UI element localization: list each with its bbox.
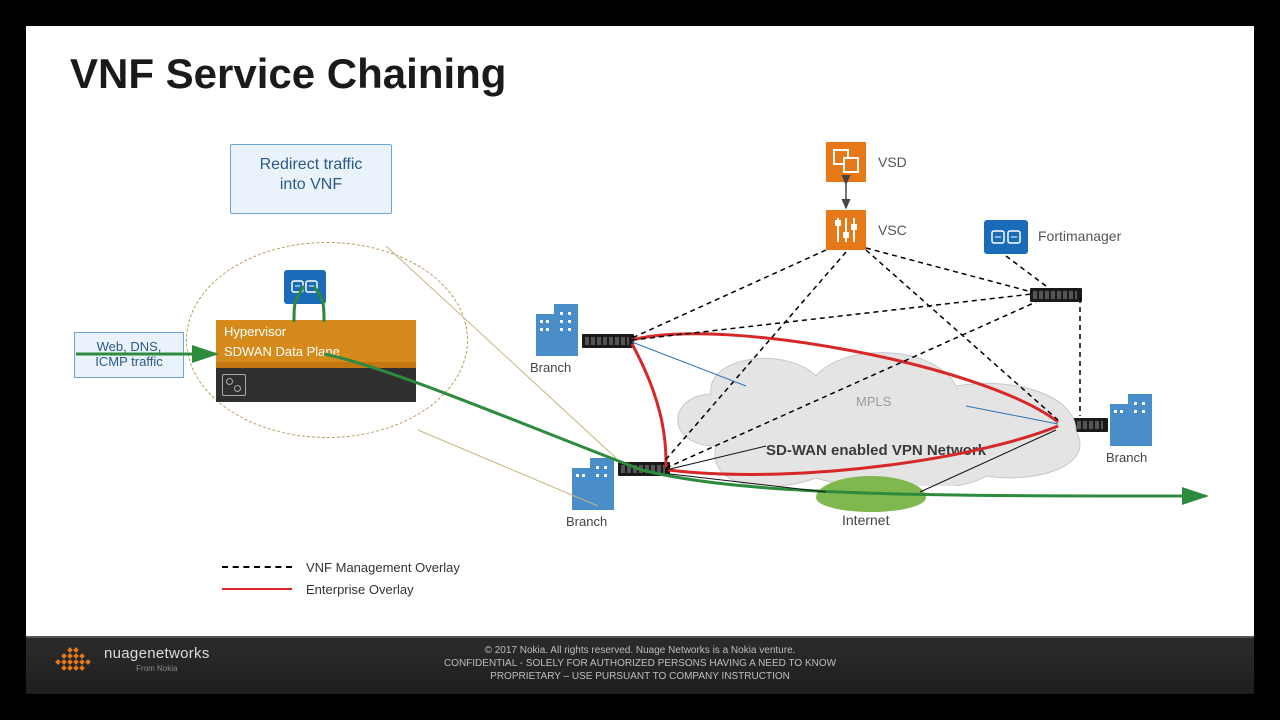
legend-mgmt: VNF Management Overlay xyxy=(306,560,460,575)
branch-building-3 xyxy=(1110,394,1152,446)
sdwan-label: SD-WAN enabled VPN Network xyxy=(766,442,986,459)
vsd-label: VSD xyxy=(878,154,907,170)
vsc-icon xyxy=(826,210,866,250)
brand-logo: nuagenetworks From Nokia xyxy=(50,646,210,676)
hypervisor-box: Hypervisor SDWAN Data Plane xyxy=(216,320,416,410)
logo-mark-icon xyxy=(50,646,94,676)
brand-sub: From Nokia xyxy=(104,662,210,675)
footer: nuagenetworks From Nokia © 2017 Nokia. A… xyxy=(26,636,1254,694)
vsd-icon xyxy=(826,142,866,182)
vnf-icon xyxy=(284,270,326,304)
fortimanager-label: Fortimanager xyxy=(1038,228,1121,244)
vsc-label: VSC xyxy=(878,222,907,238)
branch-building-2 xyxy=(572,458,614,510)
footer-line2: CONFIDENTIAL - SOLELY FOR AUTHORIZED PER… xyxy=(26,657,1254,670)
legend: VNF Management Overlay Enterprise Overla… xyxy=(222,556,460,600)
fortimanager-icon xyxy=(984,220,1028,254)
internet-cloud xyxy=(816,476,926,512)
slide: VNF Service Chaining Redirect traffic in… xyxy=(26,26,1254,694)
callout-line1: Redirect traffic xyxy=(231,155,391,175)
page-title: VNF Service Chaining xyxy=(70,50,506,98)
callout-redirect: Redirect traffic into VNF xyxy=(230,144,392,214)
legend-enterprise: Enterprise Overlay xyxy=(306,582,414,597)
branch-label-3: Branch xyxy=(1106,450,1147,465)
mpls-label: MPLS xyxy=(856,394,891,409)
legend-dash-icon xyxy=(222,566,292,568)
footer-line1: © 2017 Nokia. All rights reserved. Nuage… xyxy=(26,644,1254,657)
vswitch-icon xyxy=(222,374,246,396)
switch-1 xyxy=(582,334,634,348)
callout-line2: into VNF xyxy=(231,175,391,195)
internet-label: Internet xyxy=(842,512,889,528)
hypervisor-top: Hypervisor SDWAN Data Plane xyxy=(216,320,416,362)
branch-label-2: Branch xyxy=(566,514,607,529)
legend-red-icon xyxy=(222,588,292,590)
cloud-sdwan xyxy=(656,336,1096,486)
traffic-label: Web, DNS, ICMP traffic xyxy=(74,332,184,378)
brand-text: nuagenetworks xyxy=(104,647,210,660)
branch-building-1 xyxy=(536,304,578,356)
branch-label-1: Branch xyxy=(530,360,571,375)
footer-line3: PROPRIETARY – USE PURSUANT TO COMPANY IN… xyxy=(26,670,1254,683)
fortimanager-switch xyxy=(1030,288,1082,302)
